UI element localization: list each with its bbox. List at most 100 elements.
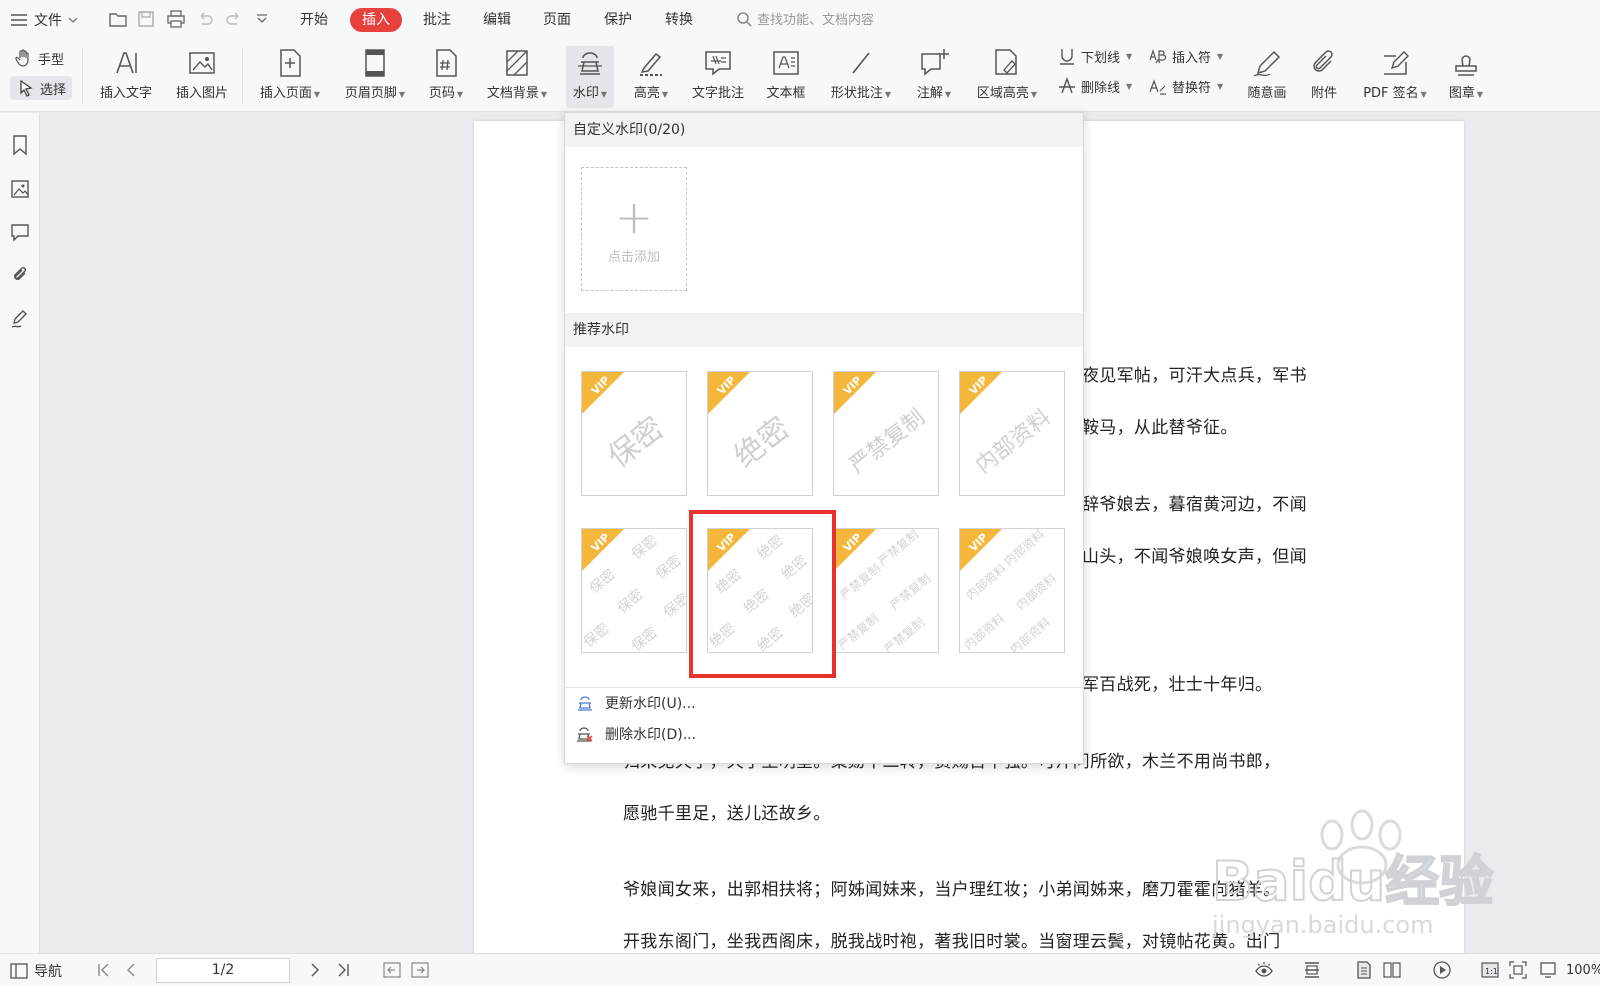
tab-convert[interactable]: 转换 (665, 8, 693, 32)
replace-char-button[interactable]: 替换符 ▼ (1148, 76, 1223, 96)
insert-char-button[interactable]: 插入符 ▼ (1148, 46, 1223, 66)
insert-image-button[interactable]: 插入图片 (170, 46, 234, 108)
forward-view-icon[interactable] (410, 960, 430, 980)
undo-icon[interactable] (196, 11, 214, 27)
back-view-icon[interactable] (382, 960, 402, 980)
paperclip-icon (1313, 50, 1333, 72)
last-page-icon[interactable] (334, 960, 354, 980)
play-icon[interactable] (1432, 960, 1452, 980)
watermark-preview-text: 保密 (601, 410, 671, 475)
thumbnail-icon[interactable] (9, 178, 31, 200)
bookmark-icon[interactable] (9, 134, 31, 156)
doc-text-line: 军百战死，壮士十年归。 (1082, 675, 1273, 695)
replace-char-label: 替换符 (1172, 80, 1212, 96)
watermark-option-internal-tiled[interactable]: 内部资料 内部资料 内部资料 内部资料 内部资料 VIP (959, 528, 1065, 653)
stamp-label: 图章 (1448, 86, 1475, 101)
tab-comment[interactable]: 批注 (423, 8, 451, 32)
annotation-label: 注解 (916, 86, 943, 101)
zoom-icon[interactable] (1538, 960, 1558, 980)
cursor-icon (16, 78, 36, 98)
update-watermark-label: 更新水印(U)... (605, 696, 696, 712)
tab-start[interactable]: 开始 (300, 8, 328, 32)
freehand-button[interactable]: 随意画 (1240, 46, 1294, 108)
strikethrough-button[interactable]: 删除线 ▼ (1057, 76, 1132, 96)
text-box-button[interactable]: 文本框 (760, 46, 812, 108)
eye-protection-icon[interactable] (1254, 960, 1274, 980)
vip-badge: VIP (582, 372, 624, 414)
select-tool-button[interactable]: 选择 (10, 76, 73, 100)
insert-page-icon (280, 49, 301, 77)
select-tool-label: 选择 (40, 82, 67, 98)
tab-protect[interactable]: 保护 (604, 8, 632, 32)
add-watermark-label: 点击添加 (607, 249, 660, 265)
previous-page-icon[interactable] (121, 960, 141, 980)
save-icon[interactable] (137, 10, 155, 28)
watermark-option-juemi[interactable]: 绝密 VIP (707, 371, 813, 496)
redo-icon[interactable] (225, 11, 243, 27)
doc-text-line: 夜见军帖，可汗大点兵，军书 (1082, 366, 1307, 386)
stamp-button[interactable]: 图章 ▼ (1442, 46, 1490, 108)
watermark-option-no-copy-tiled[interactable]: 严禁复制 严禁复制 严禁复制 严禁复制 严禁复制 VIP (833, 528, 939, 653)
file-menu[interactable]: 文件 (10, 10, 78, 30)
page-number-input[interactable]: 1/2 (156, 958, 290, 983)
highlight-button[interactable]: 高亮 ▼ (626, 46, 676, 108)
shape-comment-button[interactable]: 形状批注 ▼ (824, 46, 898, 108)
delete-watermark-item[interactable]: 删除水印(D)... (575, 724, 696, 744)
attachment-icon[interactable] (9, 264, 31, 286)
insert-text-button[interactable]: 插入文字 (94, 46, 158, 108)
watermark-button[interactable]: 水印 ▼ (566, 46, 614, 108)
doc-text-line: 山头，不闻爷娘唤女声，但闻 (1082, 547, 1307, 567)
doc-text-line: 辞爷娘去，暮宿黄河边，不闻 (1082, 495, 1307, 515)
tab-page[interactable]: 页面 (543, 8, 571, 32)
add-watermark-button[interactable]: + 点击添加 (581, 167, 687, 291)
insert-page-button[interactable]: 插入页面 ▼ (252, 46, 328, 108)
text-comment-button[interactable]: 文字批注 (686, 46, 750, 108)
insert-page-label: 插入页面 (259, 86, 312, 101)
next-page-icon[interactable] (305, 960, 325, 980)
doc-background-button[interactable]: 文档背景 ▼ (480, 46, 554, 108)
navigation-toggle[interactable]: 导航 (10, 954, 62, 986)
page-number-button[interactable]: 页码 ▼ (424, 46, 468, 108)
header-footer-button[interactable]: 页眉页脚 ▼ (337, 46, 413, 108)
single-page-view-icon[interactable] (1354, 960, 1374, 980)
comment-icon[interactable] (9, 221, 31, 243)
selection-highlight-box (689, 510, 836, 678)
signature-icon[interactable] (9, 308, 31, 330)
underline-button[interactable]: 下划线 ▼ (1057, 46, 1132, 66)
update-watermark-item[interactable]: 更新水印(U)... (575, 693, 696, 713)
highlighter-icon (640, 52, 662, 76)
watermark-icon (578, 52, 602, 75)
open-folder-icon[interactable] (108, 10, 128, 28)
quick-access-more-icon[interactable] (256, 13, 268, 25)
fit-page-icon[interactable] (1508, 960, 1528, 980)
search-placeholder: 查找功能、文档内容 (757, 13, 875, 28)
area-highlight-label: 区域高亮 (976, 86, 1029, 101)
pdf-sign-button[interactable]: PDF 签名 ▼ (1358, 46, 1432, 108)
print-icon[interactable] (166, 10, 186, 28)
hand-tool-button[interactable]: 手型 (14, 48, 64, 68)
annotation-button[interactable]: 注解 ▼ (910, 46, 958, 108)
svg-text:Baidu经验: Baidu经验 (1212, 850, 1493, 913)
page-number-label: 页码 (428, 86, 455, 101)
actual-size-icon[interactable]: 1:1 (1480, 960, 1500, 980)
navigation-label: 导航 (34, 963, 62, 980)
delete-watermark-label: 删除水印(D)... (605, 727, 697, 743)
first-page-icon[interactable] (93, 960, 113, 980)
watermark-option-no-copy[interactable]: 严禁复制 VIP (833, 371, 939, 496)
tab-edit[interactable]: 编辑 (483, 8, 511, 32)
custom-watermark-header: 自定义水印(0/20) (565, 113, 1083, 147)
vip-badge: VIP (708, 372, 750, 414)
left-sidebar (0, 113, 40, 953)
search-box[interactable]: 查找功能、文档内容 (736, 9, 874, 28)
zoom-level[interactable]: 100% (1566, 954, 1600, 986)
tab-insert[interactable]: 插入 (350, 8, 402, 32)
two-page-view-icon[interactable] (1382, 960, 1402, 980)
watermark-option-baomi-tiled[interactable]: 保密 保密 保密 保密 保密 保密 保密 VIP (581, 528, 687, 653)
area-highlight-button[interactable]: 区域高亮 ▼ (970, 46, 1044, 108)
attachment-button[interactable]: 附件 (1300, 46, 1348, 108)
fit-width-icon[interactable] (1302, 960, 1322, 980)
watermark-option-baomi[interactable]: 保密 VIP (581, 371, 687, 496)
watermark-option-internal[interactable]: 内部资料 VIP (959, 371, 1065, 496)
vip-badge: VIP (834, 529, 876, 571)
vip-badge: VIP (960, 529, 1002, 571)
